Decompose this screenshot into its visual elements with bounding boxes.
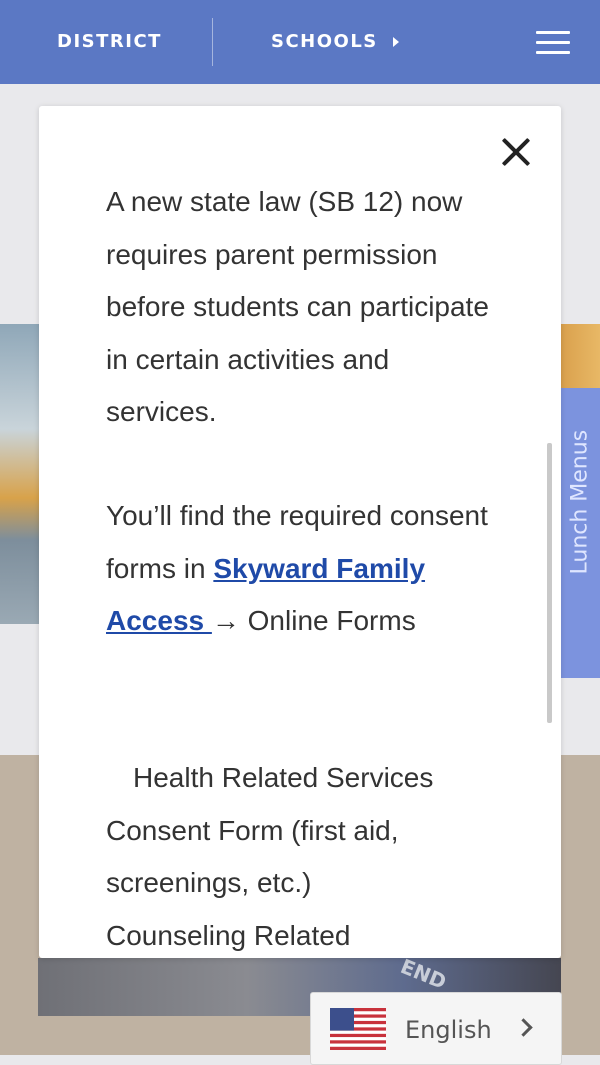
language-label: English <box>405 1016 492 1044</box>
top-navigation: DISTRICT SCHOOLS <box>0 0 600 84</box>
consent-item-health: Health Related Services Consent Form (fi… <box>106 752 506 910</box>
background-photo-right <box>560 324 600 388</box>
nav-divider <box>212 18 213 66</box>
nav-schools-link[interactable]: SCHOOLS <box>271 31 378 52</box>
consent-item-health-label: Health Related Services Consent Form (fi… <box>106 762 434 898</box>
consent-item-counseling: Counseling Related <box>106 910 506 963</box>
background-photo-left <box>0 324 40 624</box>
forms-text-after: → Online Forms <box>211 605 416 636</box>
notice-paragraph-law: A new state law (SB 12) now requires par… <box>106 186 489 427</box>
close-icon[interactable] <box>496 132 536 172</box>
nav-district-link[interactable]: DISTRICT <box>57 31 162 52</box>
consent-item-counseling-label: Counseling Related <box>106 920 351 951</box>
lunch-menus-label: Lunch Menus <box>568 430 593 575</box>
caret-right-icon <box>393 37 399 47</box>
hamburger-menu-icon[interactable] <box>536 31 570 55</box>
us-flag-icon <box>330 1008 386 1050</box>
notice-paragraph-forms: You’ll find the required consent forms i… <box>106 490 506 648</box>
modal-scrollbar[interactable] <box>547 443 552 723</box>
